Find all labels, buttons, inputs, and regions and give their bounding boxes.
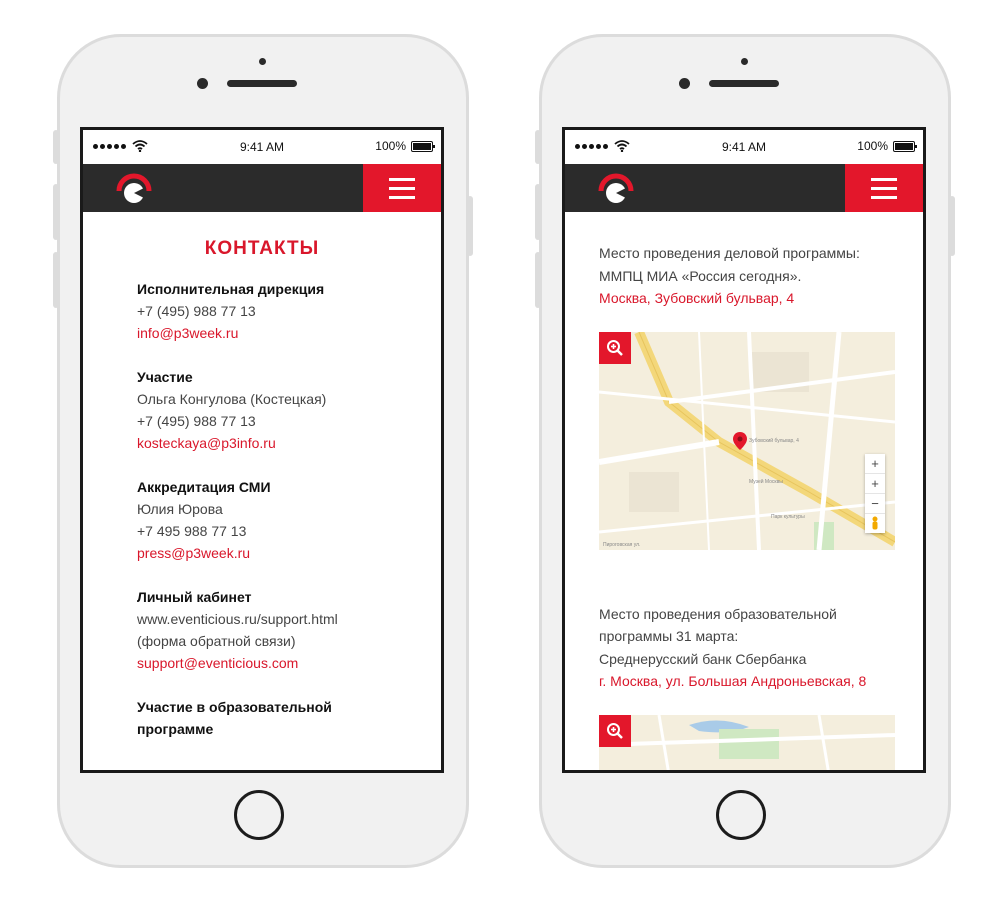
battery-icon <box>411 140 435 152</box>
contact-phone: +7 (495) 988 77 13 <box>137 413 256 429</box>
battery-percent: 100% <box>857 139 888 153</box>
map-label: Зубовский бульвар, 4 <box>749 437 799 444</box>
screen-right: 9:41 AM 100% Место проведения деловой пр… <box>562 127 926 773</box>
contact-heading: Исполнительная дирекция <box>137 281 325 297</box>
earpiece-speaker <box>227 80 297 87</box>
home-button[interactable] <box>234 790 284 840</box>
map-zoom-in-button[interactable]: + <box>865 474 885 494</box>
venue2-line2: программы 31 марта: <box>599 628 739 644</box>
front-camera <box>679 78 690 89</box>
front-camera <box>197 78 208 89</box>
battery-icon <box>893 140 917 152</box>
logo-icon[interactable] <box>595 169 637 207</box>
mute-switch <box>53 130 59 164</box>
map-zoom-out-button[interactable]: − <box>865 494 885 514</box>
contact-block-direction: Исполнительная дирекция +7 (495) 988 77 … <box>83 278 441 344</box>
contact-block-press: Аккредитация СМИ Юлия Юрова +7 495 988 7… <box>83 476 441 564</box>
venue1-map[interactable]: Зубовский бульвар, 4 Музей Москвы Парк к… <box>599 331 895 550</box>
contact-name: Юлия Юрова <box>137 501 223 517</box>
venue2-line3: Среднерусский банк Сбербанка <box>599 650 807 667</box>
venue1-line2: ММПЦ МИА «Россия сегодня». <box>599 267 802 284</box>
contact-heading: Участие <box>137 369 193 385</box>
zoom-in-icon <box>607 339 623 356</box>
hamburger-menu-button[interactable] <box>845 164 923 212</box>
venue2-line1: Место проведения образовательной <box>599 605 837 622</box>
map-label: Музей Москвы <box>749 478 783 485</box>
contact-heading: Участие в образовательной <box>137 699 332 715</box>
contact-email-link[interactable]: press@p3week.ru <box>137 542 441 564</box>
power-button <box>949 196 955 256</box>
contact-name: Ольга Конгулова (Костецкая) <box>137 391 327 407</box>
venue1-line1: Место проведения деловой программы: <box>599 245 860 261</box>
phone-frame-left: 9:41 AM 100% КОНТАКТЫ Исполнительная дир… <box>53 34 473 868</box>
contact-phone: +7 (495) 988 77 13 <box>137 303 256 319</box>
contact-block-education: Участие в образовательной программе <box>83 696 441 740</box>
contact-phone: +7 495 988 77 13 <box>137 523 247 539</box>
map-label: Парк культуры <box>771 513 805 520</box>
volume-down-button <box>53 252 59 308</box>
map-zoom-button[interactable] <box>599 714 631 747</box>
map-tiles <box>599 331 895 550</box>
hamburger-menu-button[interactable] <box>363 164 441 212</box>
venue1-address-link[interactable]: Москва, Зубовский бульвар, 4 <box>599 287 923 310</box>
venue2-address-link[interactable]: г. Москва, ул. Большая Андроньевская, 8 <box>599 670 923 693</box>
contact-heading: Аккредитация СМИ <box>137 479 271 495</box>
map-control-button[interactable]: + <box>865 454 885 474</box>
venue2-map[interactable] <box>599 714 895 770</box>
status-bar: 9:41 AM 100% <box>565 130 923 164</box>
power-button <box>467 196 473 256</box>
screen-left: 9:41 AM 100% КОНТАКТЫ Исполнительная дир… <box>80 127 444 773</box>
volume-up-button <box>535 184 541 240</box>
contact-heading-cont: программе <box>137 721 214 737</box>
mute-switch <box>535 130 541 164</box>
top-navbar <box>83 164 441 212</box>
battery-percent: 100% <box>375 139 406 153</box>
proximity-sensor <box>741 58 748 65</box>
map-zoom-button[interactable] <box>599 331 631 364</box>
contact-heading: Личный кабинет <box>137 589 252 605</box>
top-navbar <box>565 164 923 212</box>
contact-email-link[interactable]: info@p3week.ru <box>137 322 441 344</box>
support-note: (форма обратной связи) <box>137 633 296 649</box>
map-zoom-controls: + + − <box>865 453 885 533</box>
zoom-in-icon <box>607 722 623 739</box>
contact-block-participation: Участие Ольга Конгулова (Костецкая) +7 (… <box>83 366 441 454</box>
map-label: Пироговская ул. <box>603 541 641 548</box>
proximity-sensor <box>259 58 266 65</box>
support-url: www.eventicious.ru/support.html <box>137 611 338 627</box>
contact-email-link[interactable]: kosteckaya@p3info.ru <box>137 432 441 454</box>
map-tiles <box>599 714 895 770</box>
pegman-icon[interactable] <box>865 514 885 533</box>
hamburger-menu-icon <box>871 177 897 181</box>
hamburger-menu-icon <box>389 177 415 181</box>
contact-email-link[interactable]: support@eventicious.com <box>137 652 441 674</box>
contact-block-account: Личный кабинет www.eventicious.ru/suppor… <box>83 586 441 674</box>
map-pin-icon <box>733 431 747 450</box>
home-button[interactable] <box>716 790 766 840</box>
volume-up-button <box>53 184 59 240</box>
volume-down-button <box>535 252 541 308</box>
page-title: КОНТАКТЫ <box>204 238 320 259</box>
earpiece-speaker <box>709 80 779 87</box>
logo-icon[interactable] <box>113 169 155 207</box>
phone-frame-right: 9:41 AM 100% Место проведения деловой пр… <box>535 34 955 868</box>
status-bar: 9:41 AM 100% <box>83 130 441 164</box>
